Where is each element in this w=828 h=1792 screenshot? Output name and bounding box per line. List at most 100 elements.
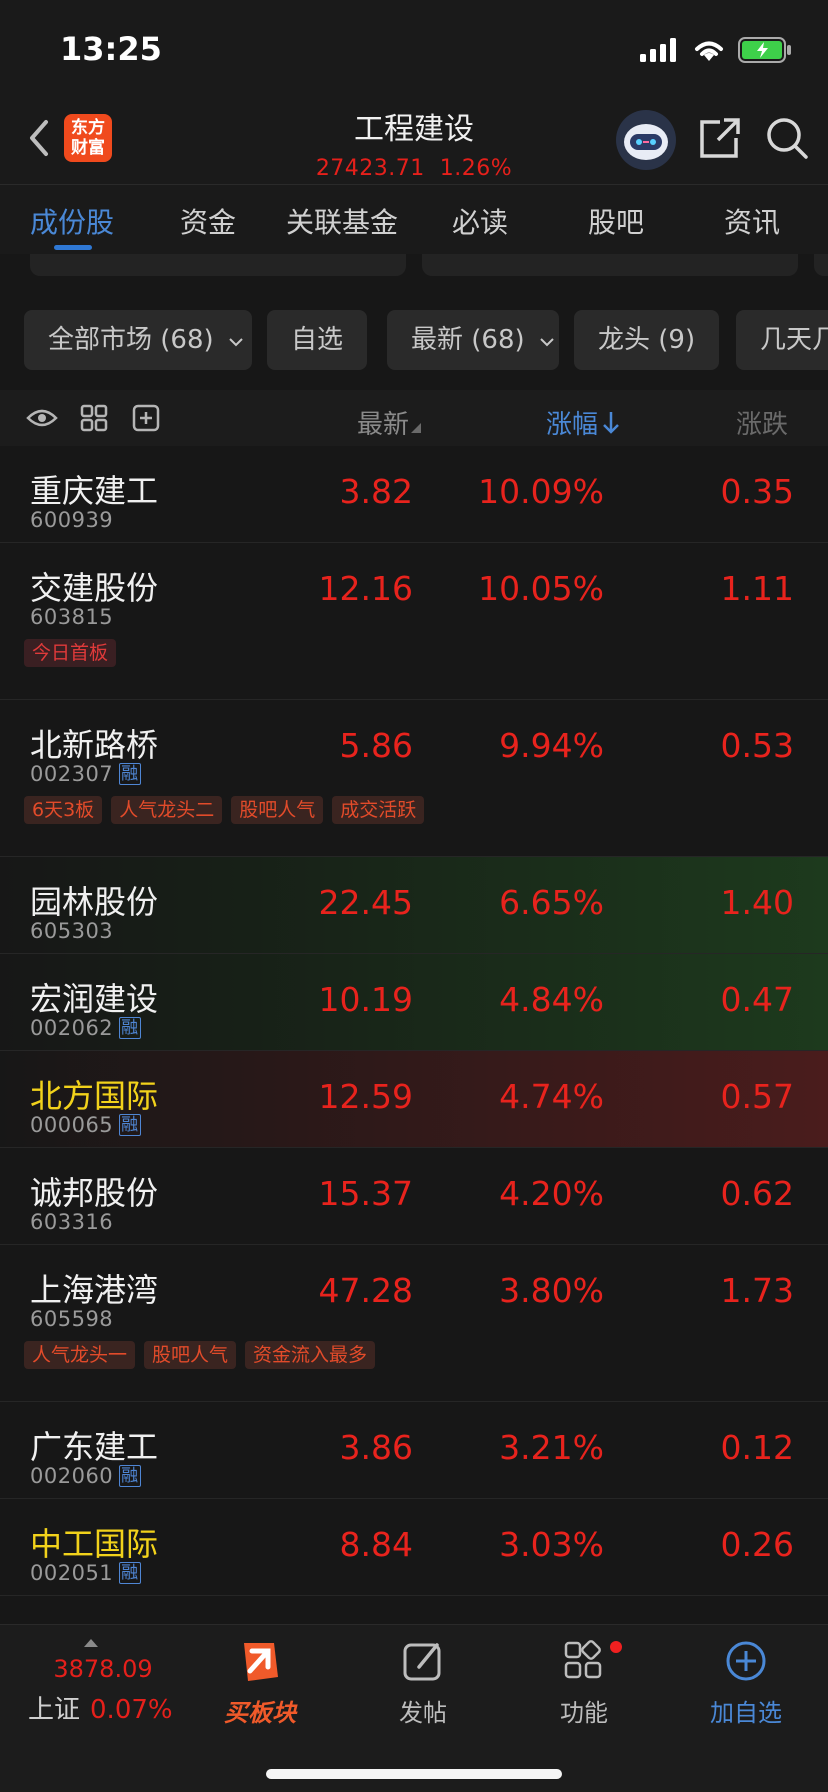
filter-latest-label: 最新 (68) <box>411 325 525 355</box>
stock-code: 002051 融 <box>30 1561 141 1585</box>
stock-change-pct: 10.05% <box>478 569 604 608</box>
stock-code: 002060 融 <box>30 1464 141 1488</box>
stock-name: 北新路桥 <box>30 726 159 764</box>
market-index-ticker[interactable]: 3878.09 上证 0.07% <box>28 1639 178 1726</box>
chevron-down-icon <box>229 338 243 347</box>
stock-change-pct: 3.21% <box>499 1428 604 1467</box>
home-indicator[interactable] <box>266 1769 562 1779</box>
functions-label: 功能 <box>560 1699 608 1727</box>
col-change[interactable]: 涨跌 <box>736 404 788 441</box>
stock-change-pct: 4.74% <box>499 1077 604 1116</box>
battery-icon <box>738 36 794 68</box>
stock-price: 5.86 <box>339 726 413 765</box>
filter-consecutive[interactable]: 几天几 <box>736 310 828 370</box>
stock-row[interactable]: 园林股份 605303 22.45 6.65% 1.40 <box>0 857 828 954</box>
stock-code: 605303 <box>30 919 114 943</box>
stock-row[interactable]: 诚邦股份 603316 15.37 4.20% 0.62 <box>0 1148 828 1245</box>
sort-down-arrow-icon <box>603 412 619 434</box>
share-icon[interactable] <box>698 116 742 164</box>
stock-change: 0.47 <box>720 980 794 1019</box>
stock-price: 47.28 <box>318 1271 413 1310</box>
stock-row[interactable]: 交建股份 603815 12.16 10.05% 1.11 今日首板 <box>0 543 828 700</box>
stock-change: 0.26 <box>720 1525 794 1564</box>
summary-card[interactable] <box>814 254 828 276</box>
tab-forum[interactable]: 股吧 <box>588 201 644 241</box>
filter-watchlist[interactable]: 自选 <box>267 310 368 370</box>
tab-constituents[interactable]: 成份股 <box>30 201 114 241</box>
margin-badge: 融 <box>119 763 141 785</box>
stock-row[interactable]: 上海港湾 605598 47.28 3.80% 1.73 人气龙头一 股吧人气 … <box>0 1245 828 1402</box>
filter-latest[interactable]: 最新 (68) <box>387 310 559 370</box>
stock-code-value: 002062 <box>30 1016 114 1040</box>
filter-leaders[interactable]: 龙头 (9) <box>574 310 720 370</box>
buy-sector-label: 买板块 <box>224 1699 296 1727</box>
stock-name: 诚邦股份 <box>30 1174 159 1212</box>
summary-card[interactable] <box>30 254 406 276</box>
edit-post-icon <box>403 1643 441 1681</box>
stock-code: 002307 融 <box>30 762 141 786</box>
stock-change: 0.12 <box>720 1428 794 1467</box>
market-index-name: 上证 <box>28 1695 81 1725</box>
wifi-icon <box>692 37 726 67</box>
stock-change: 0.62 <box>720 1174 794 1213</box>
stock-name: 重庆建工 <box>30 472 159 510</box>
tab-funds[interactable]: 资金 <box>180 201 236 241</box>
bottom-bar: 3878.09 上证 0.07% 买板块 发帖 功能 加自选 <box>0 1624 828 1792</box>
stock-change: 0.57 <box>720 1077 794 1116</box>
stock-code-value: 002051 <box>30 1561 114 1585</box>
stock-name: 广东建工 <box>30 1428 159 1466</box>
stock-row[interactable]: 重庆建工 600939 3.82 10.09% 0.35 <box>0 446 828 543</box>
stock-code: 603815 <box>30 605 114 629</box>
stock-tag: 资金流入最多 <box>245 1341 376 1369</box>
stock-price: 22.45 <box>318 883 413 922</box>
stock-price: 10.19 <box>318 980 413 1019</box>
tab-news[interactable]: 资讯 <box>724 201 780 241</box>
stock-name: 北方国际 <box>30 1077 159 1115</box>
search-icon[interactable] <box>764 115 810 165</box>
margin-badge: 融 <box>119 1465 141 1487</box>
stock-name: 宏润建设 <box>30 980 159 1018</box>
buy-sector-logo-icon <box>244 1643 278 1681</box>
add-watchlist-button[interactable]: 加自选 <box>686 1637 806 1728</box>
functions-button[interactable]: 功能 <box>524 1637 644 1728</box>
filter-all-markets-label: 全部市场 (68) <box>48 325 214 355</box>
eye-icon[interactable] <box>26 404 58 436</box>
col-change-pct[interactable]: 涨幅 <box>546 404 620 441</box>
margin-badge: 融 <box>119 1114 141 1136</box>
stock-tag: 人气龙头二 <box>111 796 223 824</box>
stock-name: 上海港湾 <box>30 1271 159 1309</box>
stock-name: 中工国际 <box>30 1525 159 1563</box>
summary-card[interactable] <box>422 254 798 276</box>
stock-change-pct: 10.09% <box>478 472 604 511</box>
stock-change: 1.73 <box>720 1271 794 1310</box>
tab-must-read[interactable]: 必读 <box>452 201 508 241</box>
filter-chips: 全部市场 (68) 自选 最新 (68) 龙头 (9) 几天几 <box>0 310 828 372</box>
stock-row[interactable]: 北方国际 000065 融 12.59 4.74% 0.57 <box>0 1051 828 1148</box>
buy-sector-button[interactable]: 买板块 <box>200 1637 320 1728</box>
stock-list: 重庆建工 600939 3.82 10.09% 0.35 交建股份 603815… <box>0 446 828 1596</box>
add-box-icon[interactable] <box>132 404 160 436</box>
stock-row[interactable]: 北新路桥 002307 融 5.86 9.94% 0.53 6天3板 人气龙头二 … <box>0 700 828 857</box>
stock-tag: 今日首板 <box>24 639 117 667</box>
stock-row[interactable]: 宏润建设 002062 融 10.19 4.84% 0.47 <box>0 954 828 1051</box>
sort-triangle-icon <box>411 423 422 433</box>
functions-grid-icon <box>564 1640 602 1679</box>
stock-change: 0.53 <box>720 726 794 765</box>
add-circle-icon <box>726 1641 766 1681</box>
stock-price: 15.37 <box>318 1174 413 1213</box>
stock-change: 1.40 <box>720 883 794 922</box>
post-button[interactable]: 发帖 <box>363 1637 483 1728</box>
tab-related-funds[interactable]: 关联基金 <box>286 201 398 241</box>
filter-all-markets[interactable]: 全部市场 (68) <box>24 310 252 370</box>
stock-price: 8.84 <box>339 1525 413 1564</box>
col-latest[interactable]: 最新 <box>357 404 422 441</box>
col-change-pct-label: 涨幅 <box>546 410 599 440</box>
grid-icon[interactable] <box>80 404 108 436</box>
col-latest-label: 最新 <box>357 410 410 440</box>
ai-assistant-icon[interactable] <box>616 110 676 170</box>
status-time: 13:25 <box>60 30 162 68</box>
stock-code-value: 002307 <box>30 762 114 786</box>
stock-row[interactable]: 中工国际 002051 融 8.84 3.03% 0.26 <box>0 1499 828 1596</box>
column-header: 最新 涨幅 涨跌 <box>0 390 828 446</box>
stock-row[interactable]: 广东建工 002060 融 3.86 3.21% 0.12 <box>0 1402 828 1499</box>
